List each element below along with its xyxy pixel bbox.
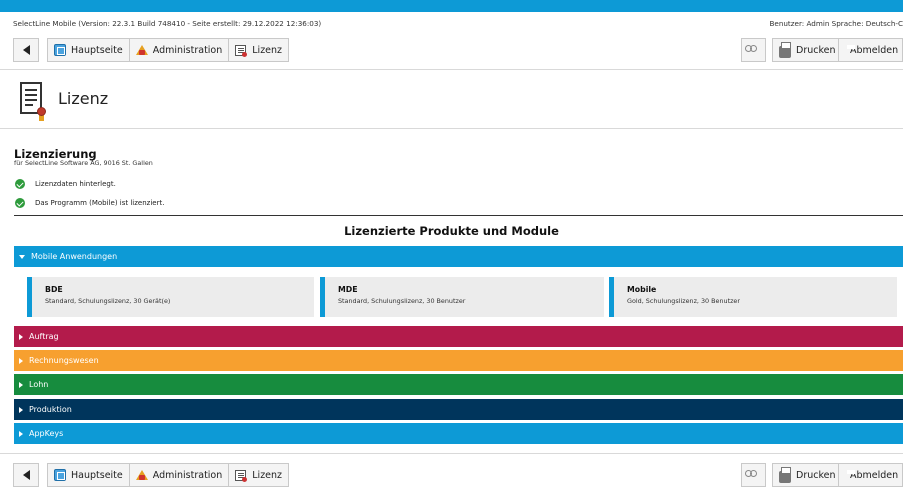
category-auftrag[interactable]: Auftrag (14, 326, 903, 347)
nav-button-group: Hauptseite Administration Lizenz (47, 38, 290, 62)
home-button[interactable]: Hauptseite (47, 38, 130, 62)
administration-icon (135, 469, 148, 481)
print-button-label: Drucken (796, 44, 836, 56)
version-text: SelectLine Mobile (Version: 22.3.1 Build… (13, 19, 322, 28)
logout-button[interactable]: Abmelden (838, 463, 903, 487)
print-button[interactable]: Drucken (772, 38, 843, 62)
category-rechnungswesen[interactable]: Rechnungswesen (14, 350, 903, 371)
caret-right-icon (19, 430, 23, 437)
license-button-label: Lizenz (252, 469, 283, 481)
administration-button-label: Administration (152, 469, 223, 481)
divider (0, 69, 903, 70)
check-circle-icon (15, 179, 25, 189)
administration-button-label: Administration (152, 44, 223, 56)
category-label: Rechnungswesen (29, 356, 99, 365)
category-produktion[interactable]: Produktion (14, 399, 903, 420)
products-heading: Lizenzierte Produkte und Module (344, 224, 559, 238)
license-button[interactable]: Lizenz (229, 463, 290, 487)
divider (0, 453, 903, 454)
user-language-text: Benutzer: Admin Sprache: Deutsch-C (769, 19, 903, 28)
home-icon (54, 44, 66, 56)
product-description: Gold, Schulungslizenz, 30 Benutzer (627, 297, 740, 305)
category-label: Lohn (29, 380, 49, 389)
product-name: BDE (45, 285, 63, 294)
status-text: Das Programm (Mobile) ist lizenziert. (35, 199, 165, 207)
caret-right-icon (19, 357, 23, 364)
caret-right-icon (19, 406, 23, 413)
home-button[interactable]: Hauptseite (47, 463, 130, 487)
caret-down-icon (19, 254, 25, 259)
certificate-icon (235, 469, 248, 482)
status-item: Lizenzdaten hinterlegt. (15, 178, 116, 190)
license-button[interactable]: Lizenz (229, 38, 290, 62)
glasses-icon (745, 44, 757, 56)
status-item: Das Programm (Mobile) ist lizenziert. (15, 197, 164, 209)
product-description: Standard, Schulungslizenz, 30 Benutzer (338, 297, 466, 305)
logout-button-label: Abmelden (850, 44, 899, 56)
printer-icon (779, 466, 791, 483)
certificate-icon (235, 44, 248, 57)
product-description: Standard, Schulungslizenz, 30 Gerät(e) (45, 297, 171, 305)
view-button[interactable] (741, 38, 766, 62)
printer-icon (779, 41, 791, 58)
product-card-mde: MDE Standard, Schulungslizenz, 30 Benutz… (320, 277, 604, 317)
product-card-bde: BDE Standard, Schulungslizenz, 30 Gerät(… (27, 277, 314, 317)
license-button-label: Lizenz (252, 44, 283, 56)
status-text: Lizenzdaten hinterlegt. (35, 180, 116, 188)
category-mobile-anwendungen[interactable]: Mobile Anwendungen (14, 246, 903, 267)
back-button[interactable] (13, 463, 39, 487)
caret-right-icon (19, 333, 23, 340)
glasses-icon (745, 469, 757, 481)
product-name: MDE (338, 285, 358, 294)
license-document-icon (20, 82, 46, 121)
divider (0, 128, 903, 129)
category-label: Produktion (29, 405, 72, 414)
logout-button[interactable]: Abmelden (838, 38, 903, 62)
category-label: AppKeys (29, 429, 64, 438)
product-card-mobile: Mobile Gold, Schulungslizenz, 30 Benutze… (609, 277, 897, 317)
caret-right-icon (19, 381, 23, 388)
category-label: Auftrag (29, 332, 59, 341)
back-button[interactable] (13, 38, 39, 62)
home-button-label: Hauptseite (71, 469, 123, 481)
product-name: Mobile (627, 285, 657, 294)
version-info-bar: SelectLine Mobile (Version: 22.3.1 Build… (0, 14, 903, 32)
toolbar-top: Hauptseite Administration Lizenz Drucken… (13, 38, 903, 62)
print-button-label: Drucken (796, 469, 836, 481)
toolbar-bottom: Hauptseite Administration Lizenz Drucken… (13, 463, 903, 487)
licensing-subheading: für SelectLine Software AG, 9016 St. Gal… (14, 159, 153, 167)
administration-button[interactable]: Administration (129, 38, 230, 62)
print-button[interactable]: Drucken (772, 463, 843, 487)
logout-button-label: Abmelden (850, 469, 899, 481)
category-lohn[interactable]: Lohn (14, 374, 903, 395)
nav-button-group: Hauptseite Administration Lizenz (47, 463, 290, 487)
back-arrow-icon (22, 470, 30, 480)
top-accent-bar (0, 0, 903, 12)
view-button[interactable] (741, 463, 766, 487)
page-header: Lizenz (20, 78, 109, 121)
section-divider (14, 215, 903, 216)
administration-icon (135, 44, 148, 56)
check-circle-icon (15, 198, 25, 208)
page-title: Lizenz (58, 88, 109, 108)
home-button-label: Hauptseite (71, 44, 123, 56)
back-arrow-icon (22, 45, 30, 55)
category-label: Mobile Anwendungen (31, 252, 118, 261)
administration-button[interactable]: Administration (129, 463, 230, 487)
home-icon (54, 469, 66, 481)
category-appkeys[interactable]: AppKeys (14, 423, 903, 444)
